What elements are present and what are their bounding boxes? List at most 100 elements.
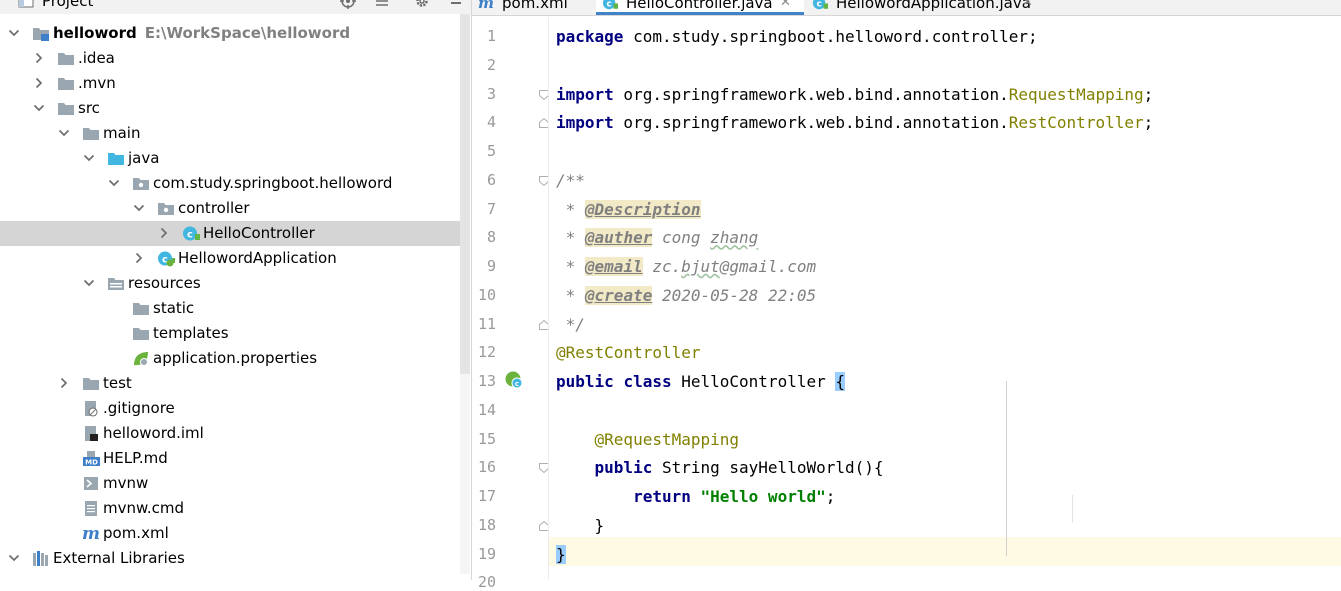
code-token: class: [623, 372, 672, 391]
code-token: org.springframework.web.bind.annotation.: [613, 113, 1009, 133]
tree-item[interactable]: application.properties: [0, 346, 460, 371]
code-line[interactable]: public class HelloController {: [556, 367, 846, 396]
tree-item[interactable]: c HelloController: [0, 221, 460, 246]
code-line[interactable]: @RequestMapping: [556, 425, 740, 454]
tree-item[interactable]: .mvn: [0, 71, 460, 96]
tree-item-label: main: [103, 124, 141, 142]
code-token: *: [556, 228, 585, 248]
line-number: 10: [477, 285, 496, 304]
code-line[interactable]: */: [556, 310, 585, 339]
code-token: zc.: [642, 257, 682, 276]
project-panel-title[interactable]: Project: [42, 0, 93, 10]
tree-item[interactable]: mvnw.cmd: [0, 496, 460, 521]
code-token: @gmail.com: [719, 257, 817, 276]
editor-gutter[interactable]: 1 2 3 4 5 6 7 8 9 10 11 12 13 c 14 15 16 17 18 19 20: [472, 17, 549, 591]
code-token: com.study.springboot.helloword.controlle…: [623, 27, 1038, 46]
spring-boot-class-icon: c: [158, 251, 175, 267]
folder-icon: [83, 378, 99, 390]
editor-tab-label: pom.xml: [502, 0, 568, 12]
code-line[interactable]: }: [556, 511, 605, 540]
code-line[interactable]: * @Description: [556, 195, 701, 224]
tree-item[interactable]: resources: [0, 271, 460, 296]
tree-item[interactable]: com.study.springboot.helloword: [0, 171, 460, 196]
chevron-down-icon[interactable]: [8, 546, 20, 571]
spring-bean-gutter-icon[interactable]: c: [504, 370, 524, 390]
chevron-down-icon[interactable]: [33, 96, 45, 121]
code-token: zhang: [710, 228, 759, 248]
code-line[interactable]: package com.study.springboot.helloword.c…: [556, 22, 1038, 51]
tree-item[interactable]: External Libraries: [0, 546, 460, 571]
code-line-current[interactable]: }: [556, 540, 566, 569]
code-line[interactable]: @RestController: [556, 338, 701, 367]
code-line[interactable]: * @auther cong zhang: [556, 223, 758, 252]
chevron-down-icon[interactable]: [83, 146, 95, 171]
svg-text:MD: MD: [85, 459, 98, 467]
code-token: }: [556, 544, 566, 564]
tree-item-label: resources: [128, 274, 201, 292]
code-line[interactable]: * @email zc.bjut@gmail.com: [556, 252, 816, 281]
maven-icon: m: [82, 525, 100, 542]
line-number: 4: [486, 113, 496, 132]
editor-tab[interactable]: c HellowordApplication.java ✕: [806, 0, 1046, 15]
code-token: @email: [584, 257, 643, 276]
tree-item[interactable]: static: [0, 296, 460, 321]
tree-item[interactable]: java: [0, 146, 460, 171]
line-number: 7: [486, 199, 496, 218]
folder-icon: [58, 53, 74, 65]
editor-tab[interactable]: m pom.xml: [472, 0, 596, 15]
tree-item[interactable]: helloword E:\WorkSpace\helloword: [0, 21, 460, 46]
source-folder-icon: [108, 153, 124, 165]
code-token: package: [556, 27, 624, 46]
tree-item[interactable]: .idea: [0, 46, 460, 71]
line-number: 5: [486, 142, 496, 160]
tree-item-label: application.properties: [153, 349, 318, 367]
code-line[interactable]: import org.springframework.web.bind.anno…: [556, 80, 1153, 109]
chevron-down-icon[interactable]: [133, 196, 145, 221]
line-number: 14: [477, 400, 496, 419]
tree-item[interactable]: m pom.xml: [0, 521, 460, 546]
line-number: 3: [486, 84, 496, 103]
chevron-down-icon[interactable]: [8, 21, 20, 46]
minimize-icon[interactable]: [448, 0, 464, 9]
line-number: 17: [477, 487, 496, 505]
tree-item[interactable]: c HellowordApplication: [0, 246, 460, 271]
code-token: /**: [556, 170, 585, 190]
java-class-icon: c: [602, 0, 618, 10]
tree-item[interactable]: test: [0, 371, 460, 396]
chevron-down-icon[interactable]: [83, 271, 95, 296]
tree-item[interactable]: .gitignore: [0, 396, 460, 421]
tree-item[interactable]: src: [0, 96, 460, 121]
project-panel-scrollbar-thumb[interactable]: [460, 14, 470, 374]
tree-item[interactable]: controller: [0, 196, 460, 221]
code-token: ;: [825, 487, 836, 506]
code-line[interactable]: import org.springframework.web.bind.anno…: [556, 108, 1153, 137]
chevron-down-icon[interactable]: [108, 171, 120, 196]
tree-item[interactable]: templates: [0, 321, 460, 346]
chevron-right-icon[interactable]: [58, 371, 70, 396]
chevron-right-icon[interactable]: [133, 246, 145, 271]
project-view-icon: [18, 0, 34, 8]
chevron-right-icon[interactable]: [158, 221, 170, 246]
locate-target-icon[interactable]: [340, 0, 356, 9]
gear-icon[interactable]: [414, 0, 430, 9]
tree-item[interactable]: mvnw: [0, 471, 460, 496]
tree-item[interactable]: main: [0, 121, 460, 146]
code-token: import: [556, 113, 614, 133]
folder-icon: [133, 303, 149, 315]
close-icon[interactable]: ✕: [1022, 0, 1033, 15]
line-number: 12: [477, 343, 496, 362]
chevron-down-icon[interactable]: [58, 121, 70, 146]
editor-tab[interactable]: c HelloController.java ✕: [596, 0, 804, 15]
code-line[interactable]: /**: [556, 166, 585, 195]
tree-item-label: HelloController: [203, 224, 315, 242]
code-line[interactable]: return "Hello world";: [556, 482, 835, 511]
code-line[interactable]: public String sayHelloWorld(){: [556, 453, 884, 482]
collapse-all-icon[interactable]: [374, 0, 390, 9]
tree-item[interactable]: helloword.iml: [0, 421, 460, 446]
tree-item[interactable]: MD HELP.md: [0, 446, 460, 471]
code-editor[interactable]: 1 2 3 4 5 6 7 8 9 10 11 12 13 c 14 15 16 17 18 19 20 package…: [472, 17, 1341, 591]
code-line[interactable]: * @create 2020-05-28 22:05: [556, 281, 816, 310]
chevron-right-icon[interactable]: [33, 71, 45, 96]
chevron-right-icon[interactable]: [33, 46, 45, 71]
